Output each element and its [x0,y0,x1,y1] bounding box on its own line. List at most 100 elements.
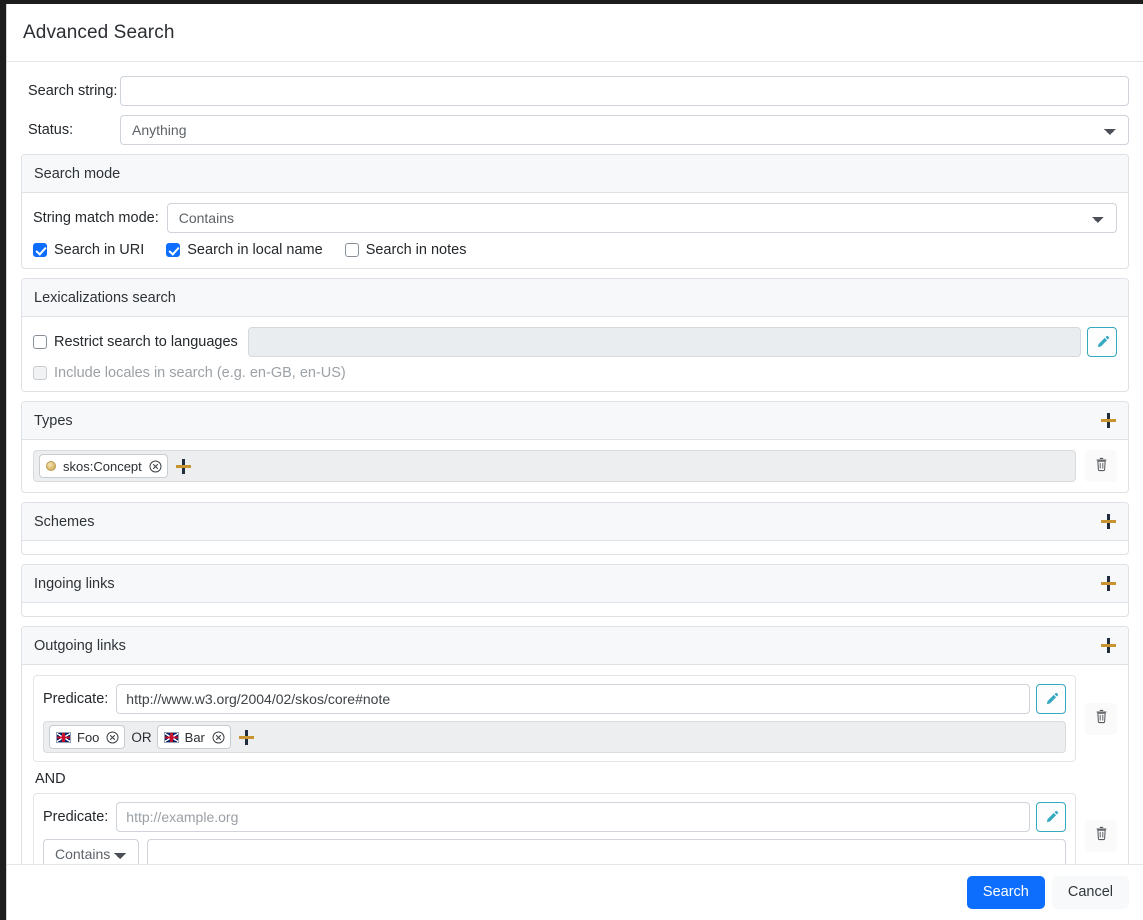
page-title: Advanced Search [23,21,175,43]
pencil-icon [1044,692,1059,707]
outgoing-links-panel: Outgoing links Predicate: http://www.w3.… [21,626,1129,865]
edit-predicate-button-1[interactable] [1036,684,1066,714]
add-scheme-plus-icon[interactable] [1101,514,1116,529]
checkbox-label-search-in-uri: Search in URI [54,242,145,258]
trash-icon [1094,456,1109,477]
chip-label: Bar [184,729,205,745]
remove-circle-icon[interactable] [149,459,162,473]
pencil-icon [1095,335,1110,350]
class-dot-icon [46,461,56,471]
predicate-input-1[interactable] [116,684,1030,714]
lexicalizations-body: Restrict search to languages Include loc… [22,317,1128,391]
lexicalizations-header: Lexicalizations search [22,279,1128,317]
checkbox-search-in-local-name[interactable]: Search in local name [166,242,323,258]
chip-label: skos:Concept [63,458,142,474]
include-locales-row: Include locales in search (e.g. en-GB, e… [33,365,1117,381]
checkbox-box-search-in-notes[interactable] [344,243,359,257]
delete-outgoing-link-button-2[interactable] [1085,819,1117,852]
checkbox-box-search-in-local-name[interactable] [166,243,181,257]
search-button[interactable]: Search [966,876,1045,909]
ingoing-links-title: Ingoing links [34,575,115,592]
match-mode-select-2[interactable]: Contains [43,839,139,865]
schemes-title: Schemes [34,513,95,530]
dialog-body: Search string: Status: Anything Search m… [7,62,1143,865]
delete-outgoing-link-button-1[interactable] [1085,702,1117,735]
outgoing-values-row-2: Contains [43,839,1066,865]
search-mode-body: String match mode: Contains Search in UR… [22,193,1128,268]
checkbox-search-in-notes[interactable]: Search in notes [344,242,466,258]
search-string-input[interactable] [120,76,1129,106]
search-mode-title: Search mode [34,165,121,182]
outgoing-values-chipbar-1[interactable]: Foo OR Bar [43,721,1066,753]
schemes-body [22,541,1128,554]
types-chipbar[interactable]: skos:Concept [33,450,1076,482]
types-title: Types [34,412,73,429]
advanced-search-dialog: Advanced Search Search string: Status: A… [6,4,1143,920]
search-string-row: Search string: [21,76,1129,106]
outgoing-link-row: Predicate: [33,675,1117,762]
predicate-row-2: Predicate: [43,802,1066,832]
edit-predicate-button-2[interactable] [1036,802,1066,832]
types-panel: Types skos:Concept [21,401,1129,493]
conjunction-label: AND [35,771,66,787]
schemes-panel: Schemes [21,502,1129,555]
chip-foo[interactable]: Foo [49,725,126,749]
search-mode-header: Search mode [22,155,1128,193]
ingoing-links-header: Ingoing links [22,565,1128,603]
outgoing-values-row-1: Foo OR Bar [43,721,1066,753]
remove-circle-icon[interactable] [106,730,119,744]
add-outgoing-link-plus-icon[interactable] [1101,638,1116,653]
pencil-icon [1044,810,1059,825]
add-ingoing-link-plus-icon[interactable] [1101,576,1116,591]
string-match-select[interactable]: Contains [166,203,1117,233]
search-mode-panel: Search mode String match mode: Contains … [21,154,1129,269]
flag-en-icon [56,731,71,743]
delete-types-button[interactable] [1085,450,1117,482]
outgoing-links-header: Outgoing links [22,627,1128,665]
checkbox-box-include-locales[interactable] [33,366,47,380]
trash-icon [1094,825,1109,846]
outgoing-link-card-1: Predicate: http://www.w3.org/2004/02/sko… [33,675,1076,762]
string-match-label: String match mode: [33,210,159,226]
string-match-row: String match mode: Contains [33,203,1117,233]
predicate-label-1: Predicate: [43,691,109,707]
cancel-button[interactable]: Cancel [1051,876,1129,909]
predicate-input-2[interactable] [116,802,1030,832]
languages-input[interactable] [247,327,1081,357]
ingoing-links-body [22,603,1128,616]
chip-skos-concept[interactable]: skos:Concept [39,454,168,478]
checkbox-restrict-languages[interactable]: Restrict search to languages [33,334,238,350]
status-label: Status: [28,122,74,138]
chip-label: Foo [77,729,100,745]
chip-bar[interactable]: Bar [156,725,231,749]
checkbox-box-search-in-uri[interactable] [33,243,47,257]
checkbox-box-restrict-languages[interactable] [33,335,47,349]
checkbox-label-search-in-local-name: Search in local name [187,242,323,258]
predicate-row-1: Predicate: [43,684,1066,714]
checkbox-search-in-uri[interactable]: Search in URI [33,242,144,258]
outgoing-link-card-2: Predicate: http://example.org Contains [33,793,1076,865]
value-input-2[interactable] [147,839,1066,865]
status-row: Status: Anything [21,115,1129,145]
add-type-inline-plus-icon[interactable] [175,458,191,474]
dialog-footer: Search Cancel [7,864,1143,920]
ingoing-links-panel: Ingoing links [21,564,1129,617]
flag-en-icon [163,731,179,743]
outgoing-link-row: Predicate: [33,793,1117,865]
trash-icon [1094,708,1109,729]
add-value-inline-plus-icon-1[interactable] [238,729,254,745]
schemes-header: Schemes [22,503,1128,541]
types-row: skos:Concept [33,450,1117,482]
checkbox-label-restrict-languages: Restrict search to languages [54,334,238,350]
checkbox-label-include-locales: Include locales in search (e.g. en-GB, e… [54,365,346,381]
search-mode-checkbox-row: Search in URI Search in local name Searc… [33,242,1117,258]
dialog-header: Advanced Search [7,4,1143,62]
status-select[interactable]: Anything [120,115,1129,145]
add-type-plus-icon[interactable] [1101,413,1116,428]
outgoing-links-body: Predicate: http://www.w3.org/2004/02/sko… [22,665,1128,865]
edit-languages-button[interactable] [1087,327,1117,357]
predicate-label-2: Predicate: [43,809,109,825]
checkbox-include-locales[interactable]: Include locales in search (e.g. en-GB, e… [33,365,346,381]
types-body: skos:Concept [22,440,1128,492]
remove-circle-icon[interactable] [212,730,225,744]
